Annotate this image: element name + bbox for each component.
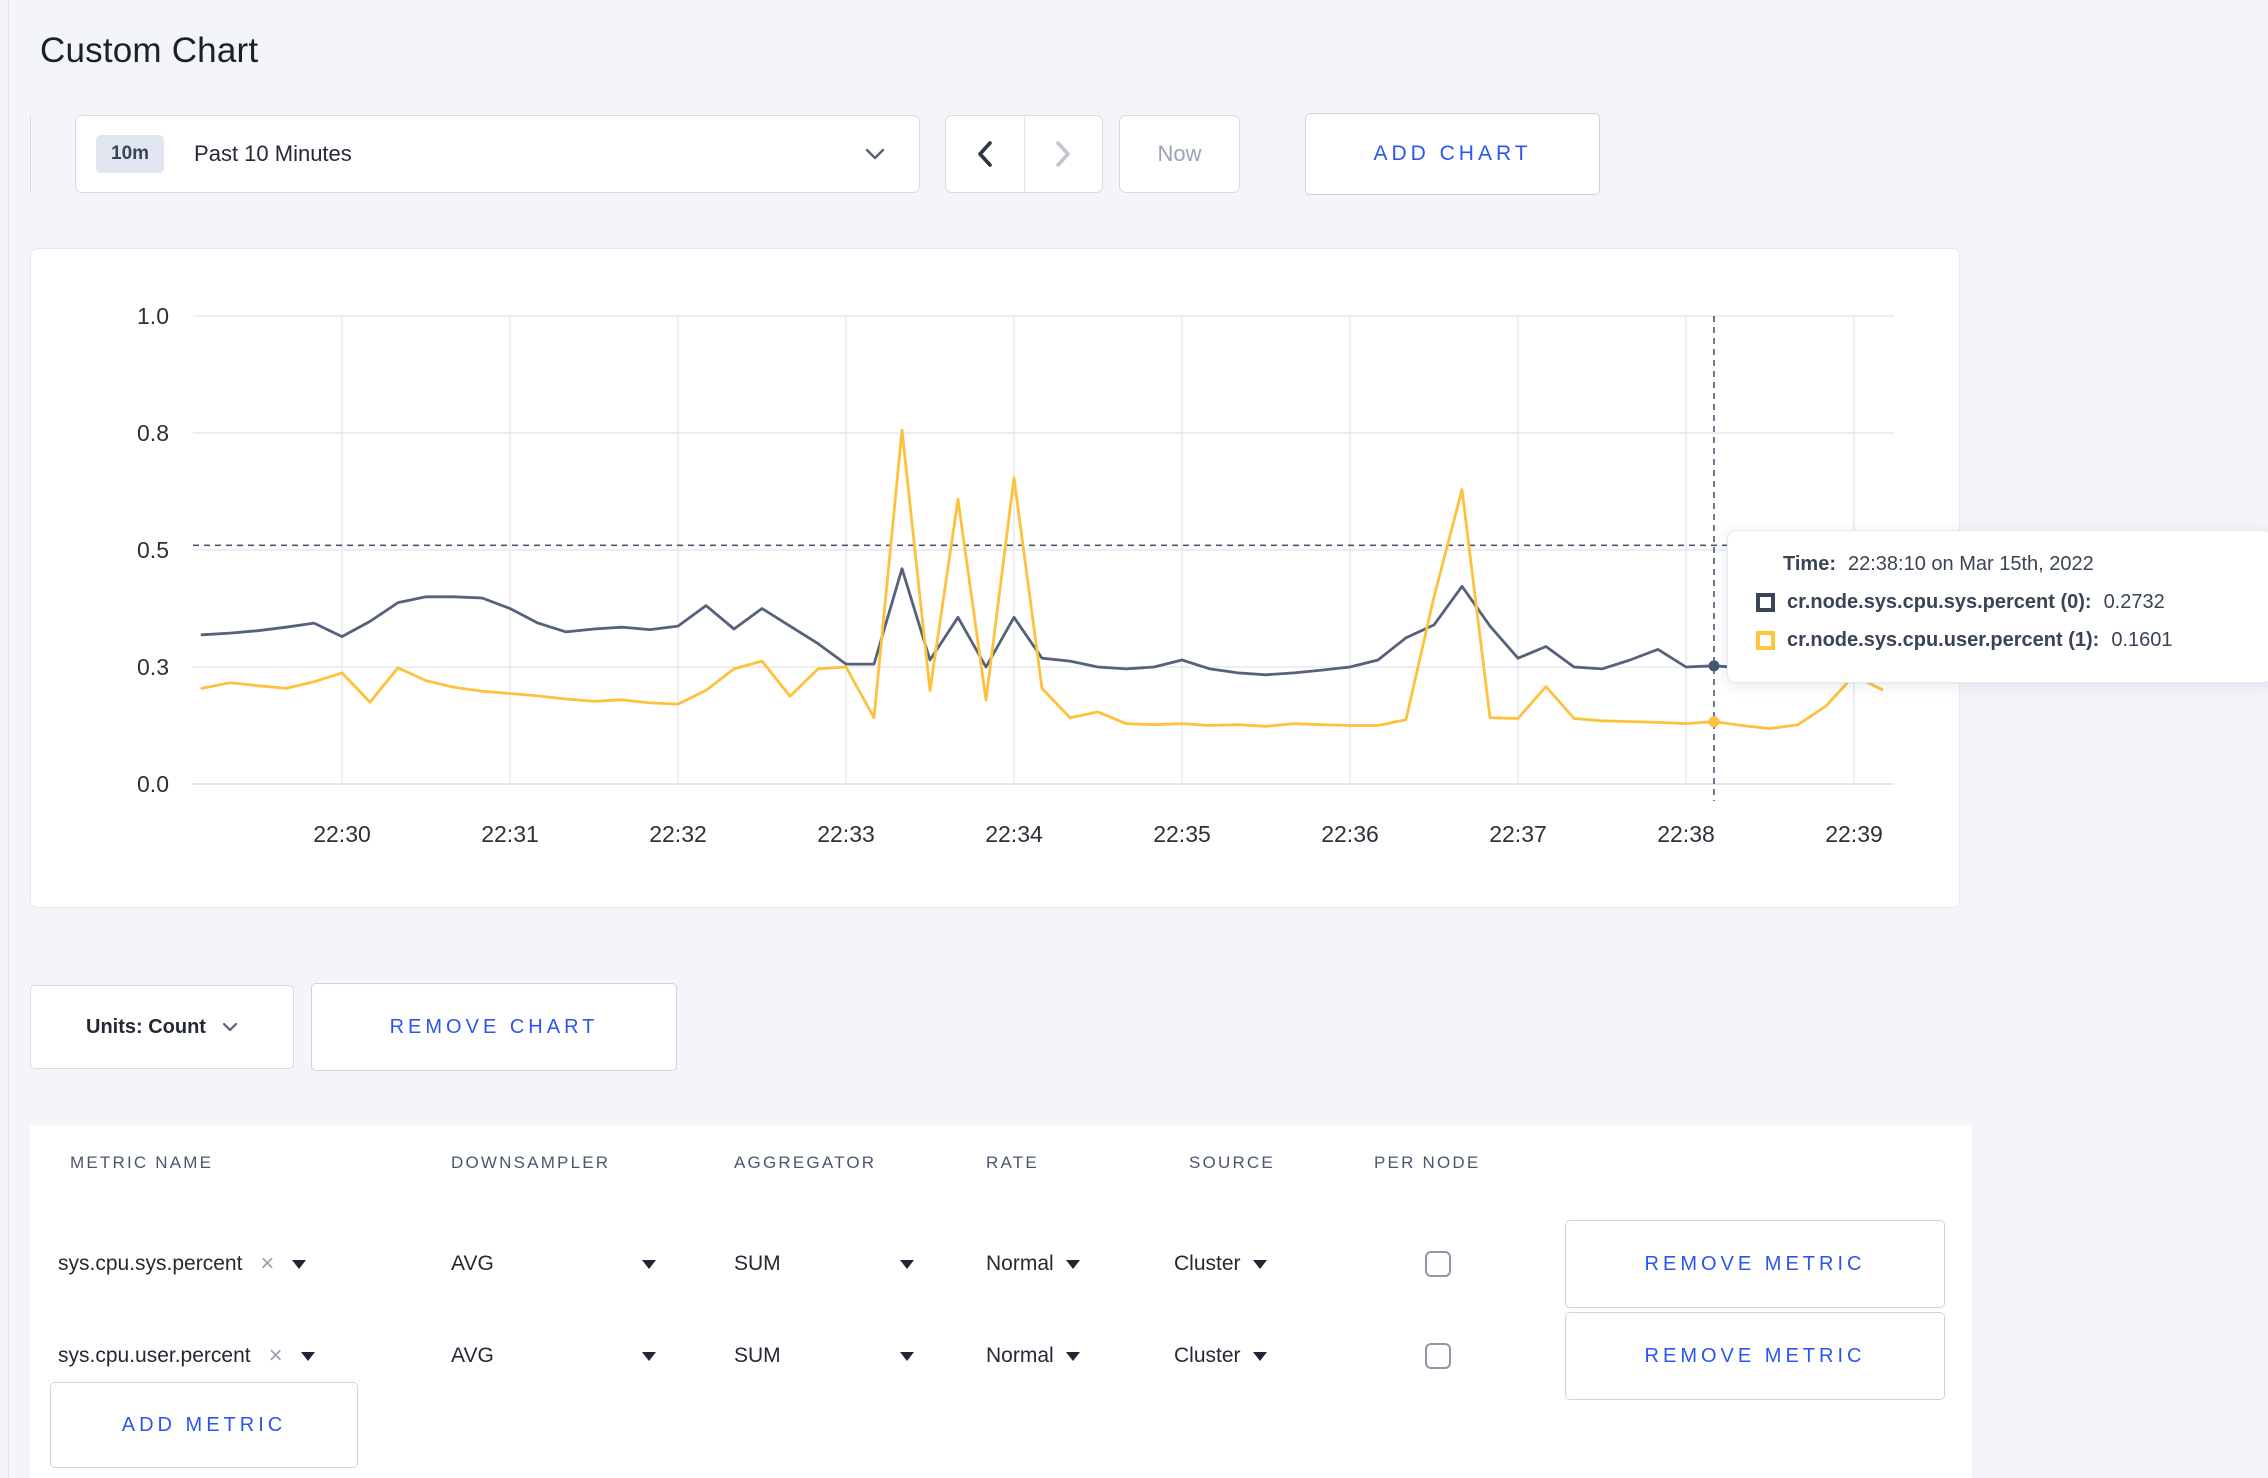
chevron-left-icon: [978, 141, 993, 167]
rate-value: Normal: [986, 1252, 1054, 1275]
x-axis-tick-label: 22:33: [817, 821, 875, 847]
dropdown-caret-icon: [292, 1259, 307, 1269]
chevron-right-icon: [1055, 141, 1070, 167]
series-sys-swatch-icon: [1756, 593, 1775, 612]
dropdown-caret-icon: [642, 1351, 656, 1361]
toolbar-divider: [30, 115, 31, 193]
downsampler-value: AVG: [451, 1344, 494, 1367]
dropdown-caret-icon: [300, 1351, 315, 1361]
column-header-metric-name: METRIC NAME: [70, 1153, 214, 1172]
x-axis-tick-label: 22:32: [649, 821, 707, 847]
tooltip-series-row: cr.node.sys.cpu.sys.percent (0): 0.2732: [1756, 591, 2268, 614]
metric-name-value: sys.cpu.sys.percent: [58, 1252, 243, 1275]
add-chart-button[interactable]: ADD CHART: [1305, 113, 1600, 195]
units-dropdown[interactable]: Units: Count: [30, 985, 294, 1069]
x-axis-tick-label: 22:38: [1657, 821, 1715, 847]
tooltip-time-label: Time:: [1783, 553, 1836, 575]
y-axis-tick-label: 0.8: [137, 420, 169, 446]
time-range-dropdown[interactable]: 10m Past 10 Minutes: [75, 115, 920, 193]
dropdown-caret-icon: [1252, 1351, 1267, 1361]
source-dropdown[interactable]: Cluster: [1174, 1310, 1267, 1402]
dropdown-caret-icon: [900, 1351, 914, 1361]
tooltip-series-sys-value: 0.2732: [2103, 591, 2165, 613]
metrics-table-header: METRIC NAME DOWNSAMPLER AGGREGATOR RATE SOUR…: [30, 1139, 1972, 1201]
now-button[interactable]: Now: [1119, 115, 1240, 193]
hover-point-cpu-user: [1708, 716, 1720, 728]
time-shift-button-group: [945, 115, 1103, 193]
source-dropdown[interactable]: Cluster: [1174, 1218, 1267, 1310]
tooltip-series-row: cr.node.sys.cpu.user.percent (1): 0.1601: [1756, 629, 2268, 652]
remove-metric-button[interactable]: REMOVE METRIC: [1565, 1312, 1945, 1400]
column-header-rate: RATE: [986, 1153, 1039, 1172]
aggregator-value: SUM: [734, 1252, 781, 1275]
x-axis-tick-label: 22:35: [1153, 821, 1211, 847]
metric-name-value: sys.cpu.user.percent: [58, 1344, 251, 1367]
y-axis-tick-label: 0.5: [137, 537, 169, 563]
time-range-label: Past 10 Minutes: [194, 141, 352, 166]
time-range-badge: 10m: [96, 135, 165, 173]
dropdown-caret-icon: [1065, 1351, 1080, 1361]
chart-hover-tooltip: Time: 22:38:10 on Mar 15th, 2022 cr.node…: [1727, 530, 2268, 683]
tooltip-series-user-label: cr.node.sys.cpu.user.percent (1):: [1787, 629, 2100, 651]
aggregator-value: SUM: [734, 1344, 781, 1367]
downsampler-dropdown[interactable]: AVG: [451, 1310, 656, 1402]
aggregator-dropdown[interactable]: SUM: [734, 1218, 914, 1310]
x-axis-tick-label: 22:39: [1825, 821, 1883, 847]
downsampler-value: AVG: [451, 1252, 494, 1275]
source-value: Cluster: [1174, 1252, 1241, 1275]
y-axis-tick-label: 1.0: [137, 303, 169, 329]
metric-name-dropdown[interactable]: sys.cpu.sys.percent ×: [58, 1218, 307, 1310]
units-label: Units: Count: [86, 1015, 206, 1038]
page-edge-line: [8, 0, 9, 1478]
time-shift-back-button[interactable]: [946, 116, 1025, 192]
per-node-checkbox[interactable]: [1425, 1343, 1451, 1369]
add-metric-button[interactable]: ADD METRIC: [50, 1382, 358, 1468]
tooltip-series-sys-label: cr.node.sys.cpu.sys.percent (0):: [1787, 591, 2092, 613]
chevron-down-icon: [865, 148, 885, 160]
tooltip-time-row: Time: 22:38:10 on Mar 15th, 2022: [1783, 553, 2268, 576]
clear-metric-icon[interactable]: ×: [269, 1344, 283, 1368]
rate-value: Normal: [986, 1344, 1054, 1367]
series-line-cpu-sys-percent: [200, 567, 1884, 677]
timeseries-chart[interactable]: 0.0 0.3 0.5 0.8 1.0 22:30 22:31 22:32 22:33 22:34…: [31, 249, 1961, 909]
x-axis-tick-label: 22:30: [313, 821, 371, 847]
toolbar: 10m Past 10 Minutes Now ADD CHART: [30, 113, 2230, 197]
dropdown-caret-icon: [1252, 1259, 1267, 1269]
y-axis-tick-label: 0.0: [137, 771, 169, 797]
per-node-checkbox[interactable]: [1425, 1251, 1451, 1277]
y-axis-tick-label: 0.3: [137, 654, 169, 680]
x-axis-tick-label: 22:31: [481, 821, 539, 847]
chart-card: 0.0 0.3 0.5 0.8 1.0 22:30 22:31 22:32 22:33 22:34…: [30, 248, 1960, 908]
metrics-table: METRIC NAME DOWNSAMPLER AGGREGATOR RATE SOUR…: [30, 1125, 1972, 1478]
x-axis-tick-label: 22:37: [1489, 821, 1547, 847]
column-header-aggregator: AGGREGATOR: [734, 1153, 877, 1172]
metrics-table-rows: sys.cpu.sys.percent × AVG SUM Normal Cluster R…: [30, 1218, 1972, 1402]
rate-dropdown[interactable]: Normal: [986, 1218, 1080, 1310]
series-line-cpu-user-percent: [200, 428, 1884, 731]
column-header-downsampler: DOWNSAMPLER: [451, 1153, 611, 1172]
aggregator-dropdown[interactable]: SUM: [734, 1310, 914, 1402]
x-axis-tick-label: 22:34: [985, 821, 1043, 847]
series-user-swatch-icon: [1756, 631, 1775, 650]
page-title: Custom Chart: [40, 31, 259, 71]
dropdown-caret-icon: [642, 1259, 656, 1269]
remove-chart-button[interactable]: REMOVE CHART: [311, 983, 677, 1071]
column-header-source: SOURCE: [1189, 1153, 1275, 1172]
hover-point-cpu-sys: [1708, 660, 1720, 672]
chart-controls-row: Units: Count REMOVE CHART: [30, 983, 1030, 1071]
downsampler-dropdown[interactable]: AVG: [451, 1218, 656, 1310]
tooltip-series-user-value: 0.1601: [2111, 629, 2173, 651]
dropdown-caret-icon: [900, 1259, 914, 1269]
x-axis-tick-label: 22:36: [1321, 821, 1379, 847]
metric-row: sys.cpu.sys.percent × AVG SUM Normal Cluster R…: [30, 1218, 1972, 1310]
chevron-down-icon: [222, 1022, 238, 1032]
rate-dropdown[interactable]: Normal: [986, 1310, 1080, 1402]
remove-metric-button[interactable]: REMOVE METRIC: [1565, 1220, 1945, 1308]
dropdown-caret-icon: [1065, 1259, 1080, 1269]
time-shift-forward-button[interactable]: [1025, 116, 1103, 192]
clear-metric-icon[interactable]: ×: [260, 1252, 274, 1276]
source-value: Cluster: [1174, 1344, 1241, 1367]
column-header-per-node: PER NODE: [1374, 1153, 1481, 1172]
tooltip-time-value: 22:38:10 on Mar 15th, 2022: [1847, 553, 2094, 575]
